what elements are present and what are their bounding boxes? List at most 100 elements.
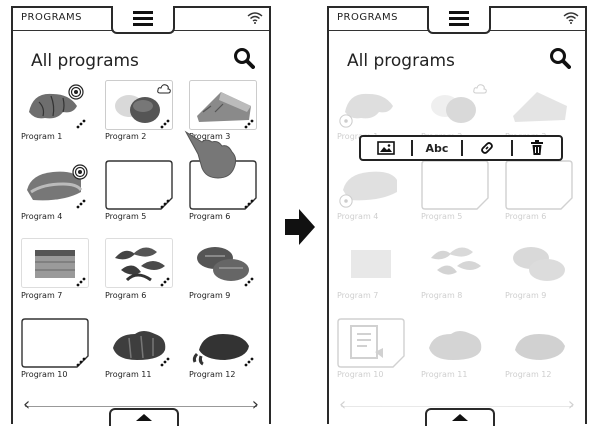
page-title: All programs xyxy=(347,51,455,71)
menu-button[interactable] xyxy=(427,6,491,34)
program-label: Program 8 xyxy=(421,291,463,300)
transition-arrow-icon xyxy=(285,209,315,245)
rename-button[interactable]: Abc xyxy=(412,137,462,159)
target-icon xyxy=(68,84,84,100)
program-tile[interactable] xyxy=(337,80,405,130)
program-tile[interactable] xyxy=(105,238,173,288)
chicken-image xyxy=(515,334,565,360)
program-context-menu: Abc xyxy=(359,135,563,161)
programs-screen-after: PROGRAMS All programs Program 1 Program … xyxy=(327,6,587,426)
more-icon[interactable] xyxy=(244,357,254,367)
status-bar: PROGRAMS xyxy=(329,6,585,34)
more-icon[interactable] xyxy=(244,119,254,129)
program-label: Program 12 xyxy=(189,370,236,379)
hamburger-icon-bar xyxy=(449,11,469,14)
search-icon[interactable] xyxy=(549,47,571,69)
program-label: Program 9 xyxy=(505,291,547,300)
more-icon[interactable] xyxy=(244,199,254,209)
program-tile[interactable] xyxy=(189,238,257,288)
wifi-icon xyxy=(247,12,263,24)
more-icon[interactable] xyxy=(76,277,86,287)
more-icon[interactable] xyxy=(76,119,86,129)
program-label: Program 1 xyxy=(21,132,63,141)
program-label: Program 5 xyxy=(105,212,147,221)
prev-page-button[interactable]: ‹ xyxy=(339,396,346,414)
next-page-button[interactable]: › xyxy=(568,396,575,414)
program-tile[interactable] xyxy=(21,80,89,130)
tile-frame xyxy=(421,160,489,210)
program-tile-empty[interactable] xyxy=(505,160,573,210)
programs-screen-before: PROGRAMS All programs Program 1 Program … xyxy=(11,6,271,426)
more-icon[interactable] xyxy=(76,357,86,367)
program-tile[interactable] xyxy=(21,160,89,210)
menu-button[interactable] xyxy=(111,6,175,34)
program-tile-empty[interactable] xyxy=(421,160,489,210)
target-icon xyxy=(339,114,353,128)
image-icon xyxy=(377,141,395,155)
status-label: PROGRAMS xyxy=(21,12,82,23)
status-label: PROGRAMS xyxy=(337,12,398,23)
link-icon xyxy=(481,142,493,154)
program-tile[interactable] xyxy=(105,318,173,368)
program-tile[interactable] xyxy=(505,318,573,368)
program-tile[interactable] xyxy=(337,238,405,288)
program-tile[interactable] xyxy=(189,80,257,130)
program-label: Program 7 xyxy=(337,291,379,300)
more-icon[interactable] xyxy=(160,119,170,129)
program-label: Program 6 xyxy=(105,291,147,300)
cloud-icon xyxy=(157,84,171,94)
trash-icon xyxy=(531,140,543,155)
rename-label: Abc xyxy=(425,141,449,155)
program-tile[interactable] xyxy=(421,80,489,130)
more-icon[interactable] xyxy=(244,277,254,287)
program-label: Program 10 xyxy=(21,370,68,379)
page-scroll-track xyxy=(25,406,257,407)
delete-button[interactable] xyxy=(512,137,562,159)
page-scroll-track xyxy=(341,406,573,407)
program-label: Program 6 xyxy=(505,212,547,221)
cake-image xyxy=(351,250,391,278)
drawer-handle[interactable] xyxy=(109,408,179,426)
bread-loaf-image xyxy=(513,92,567,122)
program-tile[interactable] xyxy=(421,238,489,288)
program-label: Program 4 xyxy=(21,212,63,221)
prawns-image xyxy=(431,247,481,275)
link-button[interactable] xyxy=(462,137,512,159)
drawer-handle[interactable] xyxy=(425,408,495,426)
hamburger-icon-bar xyxy=(133,23,153,26)
cloud-icon xyxy=(473,84,487,94)
program-tile-empty[interactable] xyxy=(21,318,89,368)
program-tile[interactable] xyxy=(105,80,173,130)
program-label: Program 4 xyxy=(337,212,379,221)
target-icon xyxy=(72,164,88,180)
program-tile-empty[interactable] xyxy=(105,160,173,210)
program-label: Program 6 xyxy=(189,212,231,221)
program-tile[interactable] xyxy=(505,238,573,288)
program-tile[interactable] xyxy=(337,160,405,210)
hamburger-icon-bar xyxy=(449,17,469,20)
meat-image xyxy=(429,331,482,360)
program-tile[interactable] xyxy=(505,80,573,130)
program-label: Program 5 xyxy=(421,212,463,221)
program-tile[interactable] xyxy=(21,238,89,288)
arrow-up-icon xyxy=(452,414,468,421)
program-label: Program 7 xyxy=(21,291,63,300)
hamburger-icon-bar xyxy=(133,11,153,14)
program-label: Program 11 xyxy=(105,370,152,379)
more-icon[interactable] xyxy=(160,277,170,287)
program-label: Program 2 xyxy=(105,132,147,141)
next-page-button[interactable]: › xyxy=(252,396,259,414)
program-tile[interactable] xyxy=(421,318,489,368)
program-tile[interactable] xyxy=(189,318,257,368)
prev-page-button[interactable]: ‹ xyxy=(23,396,30,414)
change-image-button[interactable] xyxy=(361,137,411,159)
more-icon[interactable] xyxy=(160,199,170,209)
status-bar: PROGRAMS xyxy=(13,6,269,34)
more-icon[interactable] xyxy=(160,357,170,367)
tile-frame xyxy=(337,318,405,368)
more-icon[interactable] xyxy=(76,199,86,209)
search-icon[interactable] xyxy=(233,47,255,69)
program-label: Program 11 xyxy=(421,370,468,379)
program-tile-empty[interactable] xyxy=(337,318,405,368)
program-label: Program 12 xyxy=(505,370,552,379)
